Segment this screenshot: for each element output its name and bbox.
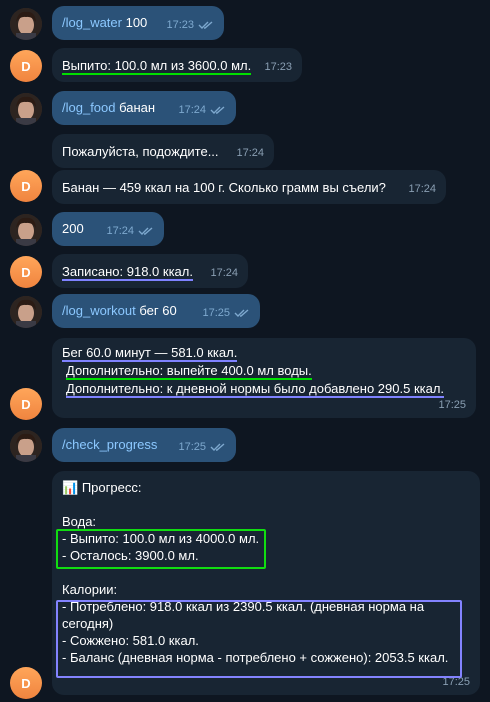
progress-header: 📊 Прогресс: [62, 480, 142, 495]
message-time: 17:24 [236, 147, 264, 159]
calories-title: Калории: [62, 582, 118, 597]
message-bubble[interactable]: Бег 60.0 минут — 581.0 ккал. Дополнитель… [52, 338, 476, 418]
message-bubble[interactable]: Банан — 459 ккал на 100 г. Сколько грамм… [52, 170, 446, 204]
message-text: Банан — 459 ккал на 100 г. Сколько грамм… [62, 180, 386, 195]
user-avatar[interactable] [10, 93, 42, 125]
message-row: D Банан — 459 ккал на 100 г. Сколько гра… [0, 170, 490, 204]
command-link[interactable]: /check_progress [62, 437, 157, 452]
message-bubble[interactable]: Записано: 918.0 ккал. 17:24 [52, 254, 248, 288]
user-avatar[interactable] [10, 430, 42, 462]
message-bubble[interactable]: Выпито: 100.0 мл из 3600.0 мл. 17:23 [52, 48, 302, 82]
command-link[interactable]: /log_food [62, 100, 116, 115]
message-bubble[interactable]: 200 17:24 [52, 212, 164, 246]
read-checks-icon [138, 226, 154, 236]
water-title: Вода: [62, 514, 97, 529]
read-checks-icon [210, 105, 226, 115]
user-avatar[interactable] [10, 8, 42, 40]
chart-icon: 📊 [62, 480, 79, 495]
read-checks-icon [210, 442, 226, 452]
message-text: 100 [121, 15, 148, 30]
message-text: Записано: 918.0 ккал. [62, 264, 193, 281]
message-row: 200 17:24 [0, 212, 490, 248]
message-bubble[interactable]: /check_progress 17:25 [52, 428, 236, 462]
message-time: 17:24 [106, 222, 154, 240]
read-checks-icon [198, 20, 214, 30]
message-row: D Записано: 918.0 ккал. 17:24 [0, 254, 490, 288]
user-avatar[interactable] [10, 296, 42, 328]
bot-avatar[interactable]: D [10, 667, 42, 699]
message-time: 17:24 [408, 183, 436, 195]
message-bubble[interactable]: Пожалуйста, подождите... 17:24 [52, 134, 274, 168]
message-row: D 📊 Прогресс: Вода: - Выпито: 100.0 мл и… [0, 471, 490, 699]
command-link[interactable]: /log_water [62, 15, 122, 30]
message-time: 17:23 [264, 61, 292, 73]
command-link[interactable]: /log_workout [62, 303, 136, 318]
message-time: 17:23 [166, 16, 214, 34]
water-highlight-box [56, 529, 266, 569]
message-row: D Выпито: 100.0 мл из 3600.0 мл. 17:23 [0, 48, 490, 82]
message-bubble[interactable]: /log_food банан 17:24 [52, 91, 236, 125]
bot-avatar[interactable]: D [10, 170, 42, 202]
message-text: бег 60 [135, 303, 177, 318]
message-row: /log_food банан 17:24 [0, 91, 490, 127]
read-checks-icon [234, 308, 250, 318]
message-row: Пожалуйста, подождите... 17:24 [0, 134, 490, 168]
message-time: 17:25 [438, 399, 466, 411]
message-row: /check_progress 17:25 [0, 428, 490, 464]
message-row: /log_workout бег 60 17:25 [0, 294, 490, 330]
message-text: Выпито: 100.0 мл из 3600.0 мл. [62, 58, 252, 75]
message-time: 17:25 [178, 438, 226, 456]
user-avatar[interactable] [10, 214, 42, 246]
bot-avatar[interactable]: D [10, 256, 42, 288]
message-bubble[interactable]: 📊 Прогресс: Вода: - Выпито: 100.0 мл из … [52, 471, 480, 695]
message-time: 17:25 [202, 304, 250, 322]
message-text: 200 [62, 221, 84, 236]
bot-avatar[interactable]: D [10, 50, 42, 82]
message-line: Бег 60.0 минут — 581.0 ккал. [62, 345, 238, 362]
bot-avatar[interactable]: D [10, 388, 42, 420]
message-line: Дополнительно: выпейте 400.0 мл воды. [66, 363, 312, 380]
message-text: банан [115, 100, 156, 115]
message-text: Пожалуйста, подождите... [62, 144, 219, 159]
message-row: D Бег 60.0 минут — 581.0 ккал. Дополните… [0, 338, 490, 420]
message-time: 17:24 [178, 101, 226, 119]
message-bubble[interactable]: /log_water 100 17:23 [52, 6, 224, 40]
message-time: 17:24 [210, 267, 238, 279]
calories-highlight-box [56, 600, 462, 678]
message-line: Дополнительно: к дневной нормы было доба… [66, 381, 445, 398]
message-row: /log_water 100 17:23 [0, 6, 490, 42]
message-bubble[interactable]: /log_workout бег 60 17:25 [52, 294, 260, 328]
